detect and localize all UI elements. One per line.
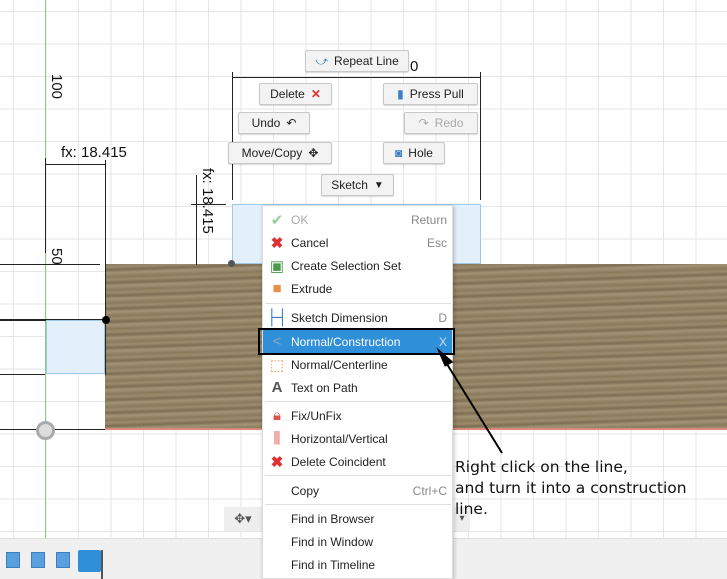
selection-set-icon: ▣ — [269, 257, 285, 275]
menu-item-ok[interactable]: ✔ OK Return — [263, 208, 452, 231]
sketch-dropdown-button[interactable]: Sketch ▼ — [321, 174, 394, 196]
hole-button[interactable]: ◙ Hole — [383, 142, 445, 164]
chevron-down-icon: ▼ — [373, 179, 384, 191]
menu-separator — [265, 504, 451, 505]
highlight-callout-box — [258, 328, 455, 355]
timeline-feature-extrude-icon[interactable] — [56, 552, 70, 568]
menu-item-text-on-path[interactable]: A Text on Path — [263, 376, 452, 399]
menu-item-cancel[interactable]: ✖ Cancel Esc — [263, 231, 452, 254]
repeat-line-button[interactable]: ⤻ Repeat Line — [305, 50, 409, 72]
redo-icon: ↷ — [418, 116, 429, 130]
timeline-feature-extrude-icon[interactable] — [6, 552, 20, 568]
move-copy-button[interactable]: Move/Copy ✥ — [228, 142, 332, 164]
redo-button[interactable]: ↷ Redo — [404, 112, 478, 134]
lock-icon: 🔒︎ — [273, 407, 281, 424]
menu-item-sketch-dimension[interactable]: ├┤ Sketch Dimension D — [263, 306, 452, 329]
menu-item-find-in-window[interactable]: Find in Window — [263, 530, 452, 553]
timeline-feature-extrude-icon[interactable] — [31, 552, 45, 568]
menu-item-fix-unfix[interactable]: 🔒︎ Fix/UnFix — [263, 404, 452, 427]
centerline-icon: ⬚ — [269, 356, 285, 374]
sketch-point[interactable] — [102, 316, 110, 324]
y-axis-line — [45, 0, 46, 538]
axis-label-50: 50 — [48, 248, 65, 265]
delete-x-icon: ✕ — [310, 87, 321, 101]
dimension-icon: ├┤ — [266, 309, 288, 326]
move-icon: ✥ — [308, 146, 319, 160]
menu-separator — [265, 401, 451, 402]
dimension-label-height[interactable]: fx: 18.415 — [199, 168, 216, 234]
delete-coincident-icon: ✖ — [270, 453, 284, 471]
origin-point — [36, 421, 55, 440]
dimension-line — [45, 164, 105, 165]
x-icon: ✖ — [270, 234, 284, 252]
menu-item-find-in-timeline[interactable]: Find in Timeline — [263, 553, 452, 576]
press-pull-button[interactable]: ▮ Press Pull — [383, 83, 478, 105]
menu-item-normal-centerline[interactable]: ⬚ Normal/Centerline — [263, 353, 452, 376]
menu-separator — [265, 303, 451, 304]
text-icon: A — [271, 379, 283, 396]
axis-label-100: 100 — [48, 74, 65, 100]
check-icon: ✔ — [270, 211, 284, 229]
undo-icon: ↶ — [286, 116, 297, 130]
menu-item-horizontal-vertical[interactable]: ⫼ Horizontal/Vertical — [263, 427, 452, 450]
dimension-line — [196, 175, 197, 265]
menu-item-extrude[interactable]: ■ Extrude — [263, 277, 452, 300]
dimension-extension — [105, 160, 106, 375]
extrude-icon: ■ — [272, 280, 282, 297]
context-menu: ✔ OK Return ✖ Cancel Esc ▣ Create Selection S… — [262, 205, 453, 579]
dimension-line — [232, 77, 480, 78]
hole-icon: ◙ — [395, 146, 403, 160]
menu-separator — [265, 475, 451, 476]
sketch-point[interactable] — [228, 260, 235, 267]
menu-item-delete-coincident[interactable]: ✖ Delete Coincident — [263, 450, 452, 473]
orbit-button[interactable]: ✥▾ — [224, 507, 262, 531]
menu-item-copy[interactable]: Copy Ctrl+C — [263, 479, 452, 502]
dimension-extension — [232, 72, 233, 200]
dimension-label-top[interactable]: 0 — [410, 58, 418, 75]
menu-item-find-in-browser[interactable]: Find in Browser — [263, 507, 452, 530]
annotation-text: Right click on the line, and turn it int… — [455, 458, 687, 518]
line-icon: ⤻ — [315, 53, 329, 68]
undo-button[interactable]: Undo ↶ — [238, 112, 310, 134]
dimension-extension — [191, 204, 226, 205]
dimension-label-width[interactable]: fx: 18.415 — [61, 144, 127, 161]
timeline-marker[interactable] — [101, 550, 103, 579]
dimension-extension — [45, 158, 46, 253]
dimension-extension — [480, 72, 481, 200]
menu-item-create-selection-set[interactable]: ▣ Create Selection Set — [263, 254, 452, 277]
delete-button[interactable]: Delete ✕ — [259, 83, 332, 105]
timeline-feature-sketch-icon[interactable] — [78, 550, 101, 572]
orbit-icon: ✥▾ — [234, 511, 252, 526]
press-pull-icon: ▮ — [397, 87, 404, 101]
horizontal-vertical-icon: ⫼ — [273, 430, 281, 447]
selected-region[interactable] — [46, 320, 105, 374]
sketch-line — [0, 374, 45, 375]
